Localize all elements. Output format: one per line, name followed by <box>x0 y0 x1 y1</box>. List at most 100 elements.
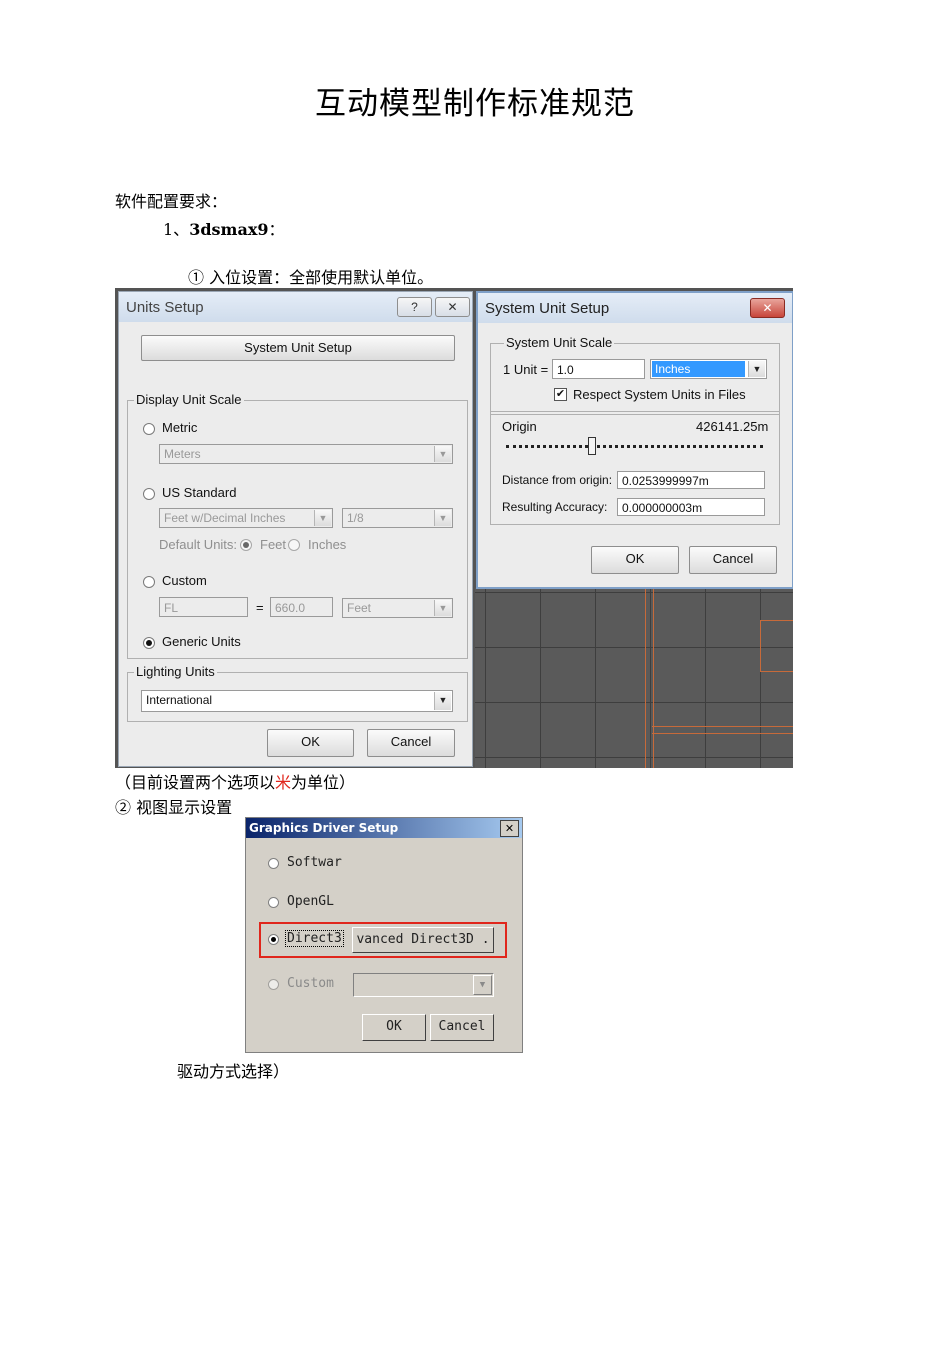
metric-label: Metric <box>162 420 198 435</box>
chevron-down-icon: ▼ <box>434 692 451 710</box>
metric-dropdown[interactable]: Meters ▼ <box>159 444 453 464</box>
unit-value-field[interactable]: 1.0 <box>552 359 645 379</box>
custom-label: Custom <box>162 573 207 588</box>
help-button[interactable]: ? <box>397 297 432 317</box>
viewport-line <box>645 588 654 768</box>
custom-name-field[interactable]: FL <box>159 597 248 617</box>
item-colon: ： <box>268 220 285 239</box>
custom-unit-value: Feet <box>347 601 372 615</box>
system-unit-scale-label: System Unit Scale <box>504 335 615 350</box>
display-unit-scale-group <box>127 400 468 659</box>
metric-radio[interactable] <box>143 423 155 435</box>
origin-label: Origin <box>502 419 537 434</box>
item-heading: 1、3dsmax9： <box>163 216 285 240</box>
close-icon: ✕ <box>762 301 773 315</box>
generic-units-radio[interactable] <box>143 637 155 649</box>
sub-heading-units: ① 入位设置：全部使用默认单位。 <box>188 268 434 287</box>
system-unit-setup-button[interactable]: System Unit Setup <box>141 335 455 361</box>
caption-units-pre: （目前设置两个选项以 <box>115 773 276 792</box>
page-title: 互动模型制作标准规范 <box>315 86 635 122</box>
units-setup-titlebar: Units Setup ? ✕ <box>119 292 472 322</box>
custom-radio[interactable] <box>143 576 155 588</box>
close-button[interactable]: ✕ <box>435 297 470 317</box>
caption-driver: 驱动方式选择） <box>177 1062 290 1081</box>
chevron-down-icon: ▼ <box>314 510 331 526</box>
system-unit-setup-title: System Unit Setup <box>485 300 610 317</box>
unit-type-dropdown[interactable]: Inches ▼ <box>650 359 767 379</box>
ok-button[interactable]: OK <box>362 1014 426 1041</box>
unit-label: 1 Unit = <box>503 362 549 377</box>
sub-heading-display: ② 视图显示设置 <box>115 798 233 817</box>
close-icon: ✕ <box>447 300 458 314</box>
lighting-units-label: Lighting Units <box>134 664 217 679</box>
chevron-down-icon: ▼ <box>434 510 451 526</box>
opengl-radio[interactable] <box>268 897 279 908</box>
generic-units-label: Generic Units <box>162 634 241 649</box>
caption-units: （目前设置两个选项以米为单位） <box>115 769 355 793</box>
feet-label: Feet <box>260 537 287 552</box>
fraction-dropdown[interactable]: 1/8 ▼ <box>342 508 453 528</box>
us-standard-value: Feet w/Decimal Inches <box>164 511 286 525</box>
graphics-driver-titlebar: Graphics Driver Setup ✕ <box>246 818 522 838</box>
chevron-down-icon: ▼ <box>434 446 451 462</box>
ok-button[interactable]: OK <box>267 729 354 757</box>
units-setup-screenshot: Units Setup ? ✕ System Unit Setup Displa… <box>115 288 793 768</box>
cancel-button[interactable]: Cancel <box>689 546 777 574</box>
system-unit-setup-titlebar: System Unit Setup ✕ <box>478 293 792 323</box>
feet-radio[interactable] <box>240 539 252 551</box>
software-radio[interactable] <box>268 858 279 869</box>
distance-field[interactable]: 0.0253999997m <box>617 471 765 489</box>
inches-label: Inches <box>308 537 347 552</box>
custom-driver-dropdown[interactable]: ▼ <box>353 973 494 997</box>
chevron-down-icon: ▼ <box>748 361 765 377</box>
software-label: Softwar <box>287 855 342 870</box>
us-standard-radio[interactable] <box>143 488 155 500</box>
caption-units-highlight: 米 <box>275 773 292 792</box>
advanced-direct3d-button[interactable]: vanced Direct3D . <box>352 927 494 953</box>
system-unit-setup-window: System Unit Setup ✕ System Unit Scale 1 … <box>476 291 793 589</box>
accuracy-label: Resulting Accuracy: <box>502 500 608 514</box>
section-heading: 软件配置要求： <box>115 192 228 211</box>
inches-radio[interactable] <box>288 539 300 551</box>
default-units-label: Default Units: <box>159 537 238 552</box>
item-name: 3dsmax9 <box>189 220 269 239</box>
fraction-value: 1/8 <box>347 511 364 525</box>
direct3d-radio[interactable] <box>268 934 279 945</box>
graphics-driver-window: Graphics Driver Setup ✕ Softwar OpenGL D… <box>245 817 523 1053</box>
respect-units-checkbox[interactable]: ✔ <box>554 388 567 401</box>
custom-radio[interactable] <box>268 979 279 990</box>
caption-units-post: 为单位） <box>291 773 356 792</box>
help-icon: ? <box>411 300 418 314</box>
units-setup-title: Units Setup <box>126 299 204 316</box>
close-button[interactable]: ✕ <box>750 298 785 318</box>
viewport-grid <box>475 588 793 768</box>
item-number: 1、 <box>163 220 190 239</box>
close-icon: ✕ <box>504 822 515 835</box>
accuracy-field[interactable]: 0.000000003m <box>617 498 765 516</box>
opengl-label: OpenGL <box>287 894 334 909</box>
viewport-line <box>652 726 793 734</box>
origin-slider-handle[interactable] <box>588 437 596 455</box>
equals-label: = <box>256 600 264 615</box>
respect-units-label: Respect System Units in Files <box>573 387 746 402</box>
ok-button[interactable]: OK <box>591 546 679 574</box>
origin-value: 426141.25m <box>696 419 769 434</box>
system-unit-scale-group <box>490 343 780 415</box>
lighting-units-dropdown[interactable]: International ▼ <box>141 690 453 712</box>
us-standard-label: US Standard <box>162 485 237 500</box>
viewport-box <box>760 620 793 672</box>
cancel-button[interactable]: Cancel <box>430 1014 494 1041</box>
units-setup-window: Units Setup ? ✕ System Unit Setup Displa… <box>118 291 473 767</box>
custom-unit-dropdown[interactable]: Feet ▼ <box>342 598 453 618</box>
direct3d-label: Direct3 <box>285 930 344 947</box>
origin-slider-track[interactable] <box>506 445 763 448</box>
close-button[interactable]: ✕ <box>500 820 519 837</box>
cancel-button[interactable]: Cancel <box>367 729 455 757</box>
custom-value-field[interactable]: 660.0 <box>270 597 333 617</box>
graphics-driver-title: Graphics Driver Setup <box>249 821 399 835</box>
metric-value: Meters <box>164 447 201 461</box>
display-unit-scale-label: Display Unit Scale <box>134 392 244 407</box>
us-standard-dropdown[interactable]: Feet w/Decimal Inches ▼ <box>159 508 333 528</box>
chevron-down-icon: ▼ <box>473 975 492 995</box>
chevron-down-icon: ▼ <box>434 600 451 616</box>
